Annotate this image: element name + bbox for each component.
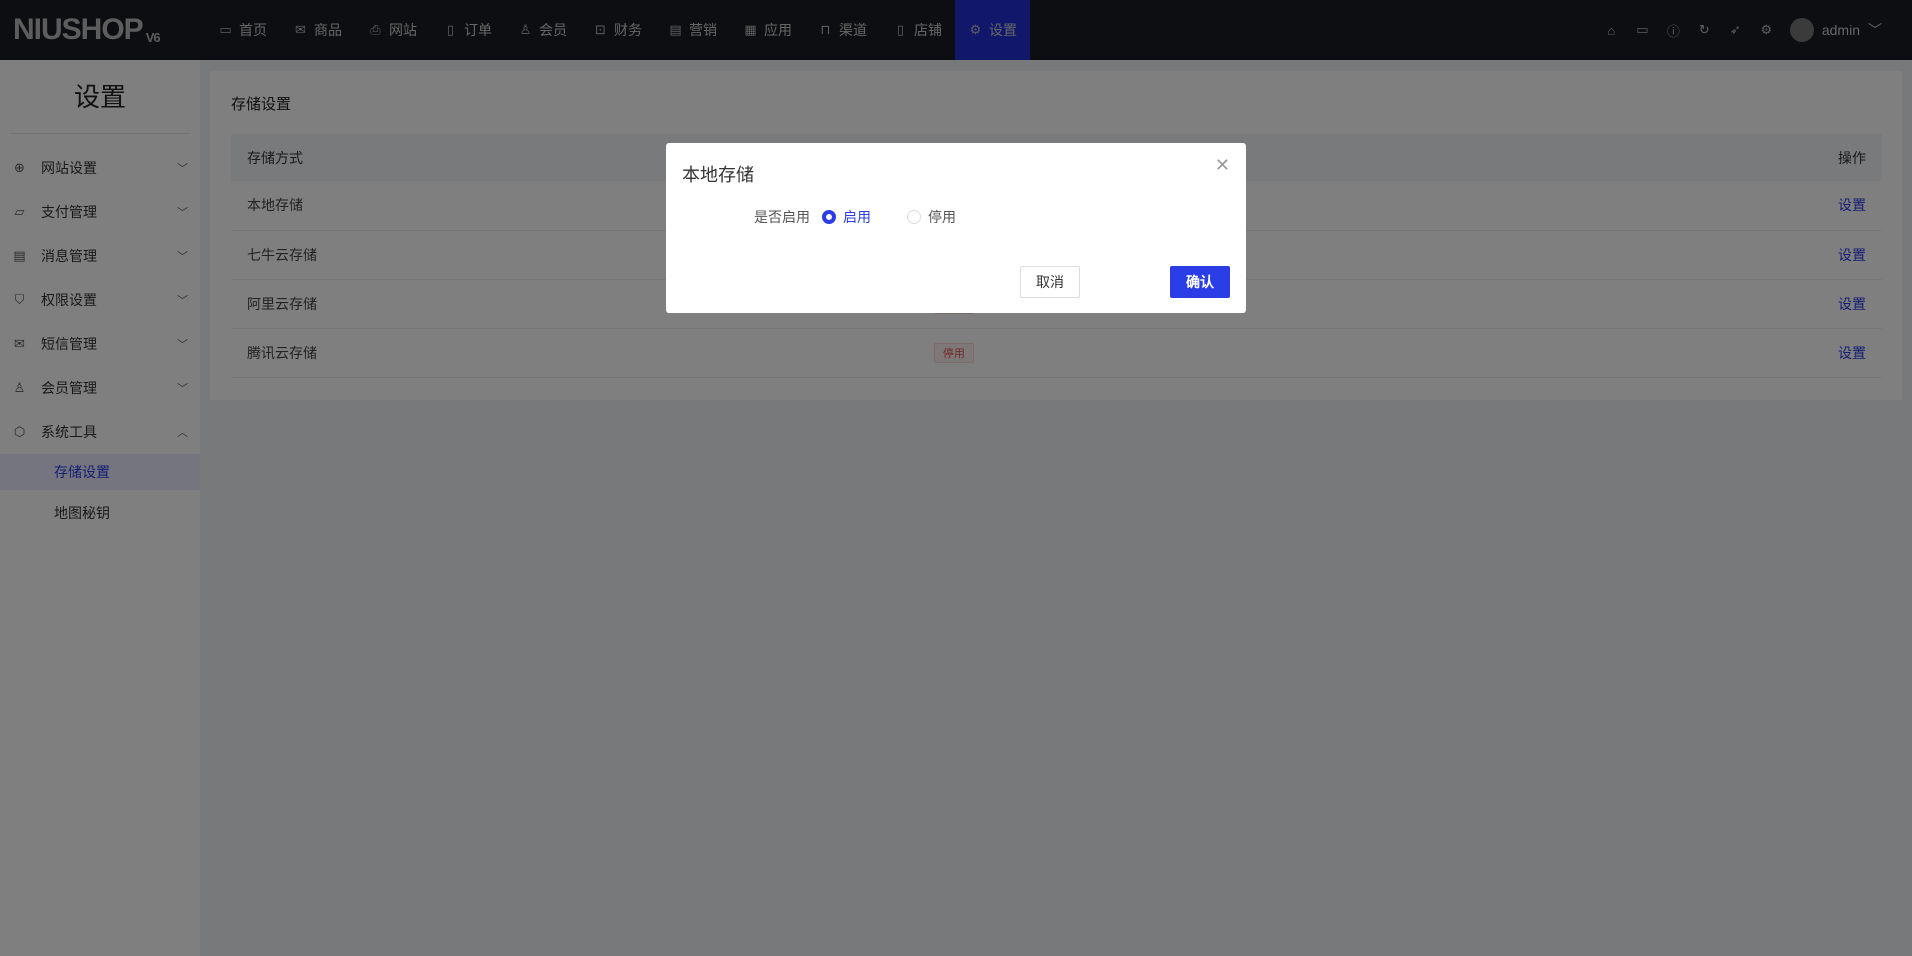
radio-enable[interactable]: 启用: [822, 207, 871, 227]
local-storage-dialog: 本地存储 ✕ 是否启用 启用 停用 取消 确认: [666, 143, 1246, 313]
radio-disable[interactable]: 停用: [907, 207, 956, 227]
cancel-button[interactable]: 取消: [1020, 266, 1080, 298]
radio-checked-icon: [822, 210, 836, 224]
confirm-button[interactable]: 确认: [1170, 266, 1230, 298]
radio-unchecked-icon: [907, 210, 921, 224]
close-icon[interactable]: ✕: [1215, 155, 1230, 176]
enable-label: 是否启用: [754, 209, 810, 225]
dialog-title: 本地存储: [682, 165, 754, 185]
